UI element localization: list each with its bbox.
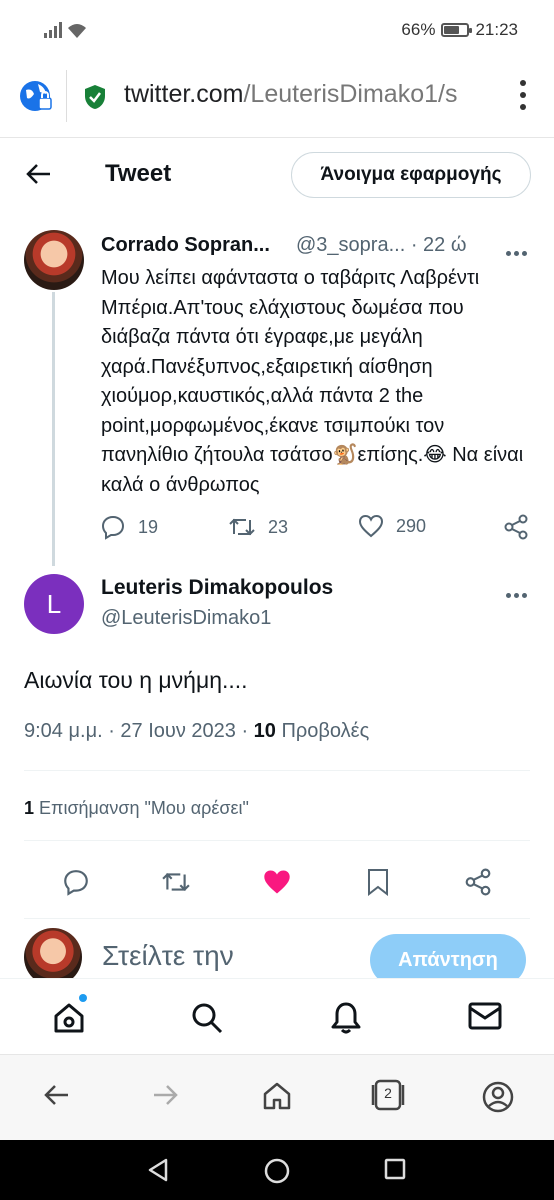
tweet-text: Αιωνία του η μνήμη.... [24, 667, 248, 693]
share-icon[interactable] [464, 868, 492, 896]
reply-icon[interactable] [62, 868, 90, 896]
heart-icon [358, 514, 384, 538]
views-count: 10 [253, 720, 276, 742]
back-arrow-icon[interactable] [42, 1081, 70, 1109]
reply-icon [101, 515, 125, 540]
share-icon[interactable] [503, 514, 529, 540]
home-icon[interactable] [262, 1081, 292, 1111]
mail-icon[interactable] [468, 1001, 502, 1031]
likes-summary[interactable]: 1 Επισήμανση "Μου αρέσει" [24, 798, 249, 819]
system-recents-icon[interactable] [384, 1158, 406, 1180]
like-count: 290 [396, 515, 427, 536]
retweet-action[interactable]: 23 [228, 514, 288, 540]
parent-tweet-actions: 19 23 290 [100, 514, 530, 544]
browser-url-bar: twitter.com/LeuterisDimako1/s [0, 58, 554, 138]
reply-count: 19 [138, 516, 159, 537]
divider [24, 918, 530, 919]
thread-line [52, 292, 55, 566]
parent-tweet-text: Μου λείπει αφάνταστα ο ταβάριτς Λαβρέντι… [101, 267, 524, 496]
reply-action[interactable]: 19 [100, 514, 158, 540]
forward-arrow-icon[interactable] [152, 1081, 180, 1109]
tweet-meta: 9:04 μ.μ. · 27 Ιουν 2023 · 10 Προβολές [24, 720, 369, 743]
battery-level-fill [444, 26, 460, 34]
views-label: Προβολές [275, 720, 370, 742]
search-icon[interactable] [190, 1001, 224, 1035]
avatar[interactable] [24, 230, 84, 290]
url-host: twitter.com [124, 80, 244, 108]
tabs-count: 2 [384, 1085, 392, 1101]
retweet-icon[interactable] [160, 868, 192, 896]
bell-icon[interactable] [330, 1001, 362, 1035]
bookmark-icon[interactable] [366, 868, 390, 896]
tabs-button[interactable]: 2 [370, 1077, 406, 1113]
notification-dot [79, 994, 87, 1002]
more-options-icon[interactable] [506, 243, 530, 256]
system-home-icon[interactable] [264, 1158, 290, 1184]
parent-time[interactable]: · 22 ώ [411, 234, 467, 256]
battery-icon [441, 23, 473, 37]
battery-percent: 66% [401, 20, 436, 39]
home-icon[interactable] [52, 1001, 86, 1035]
parent-handle[interactable]: @3_sopra... [296, 234, 405, 256]
browser-menu-icon[interactable] [518, 80, 528, 110]
profile-icon[interactable] [482, 1081, 514, 1113]
author-avatar[interactable]: L [24, 574, 84, 634]
retweet-count: 23 [268, 516, 289, 537]
parent-author-name[interactable]: Corrado Sopran... [101, 234, 270, 257]
divider [24, 770, 530, 771]
secure-shield-icon[interactable] [84, 84, 106, 110]
likes-label: Επισήμανση "Μου αρέσει" [34, 798, 249, 818]
more-options-icon[interactable] [506, 585, 530, 598]
heart-filled-icon[interactable] [262, 868, 292, 896]
clock: 21:23 [475, 20, 518, 39]
status-bar: 66% 21:23 [0, 0, 554, 58]
url-separator [66, 70, 67, 122]
url-field[interactable]: twitter.com/LeuterisDimako1/s [124, 80, 486, 109]
twitter-bottom-nav [0, 978, 554, 1054]
page-title: Tweet [105, 160, 172, 187]
tweet-header: Tweet Άνοιγμα εφαρμογής [0, 138, 554, 212]
tweet-date[interactable]: 9:04 μ.μ. · 27 Ιουν 2023 · [24, 720, 254, 742]
like-action[interactable]: 290 [358, 514, 426, 538]
globe-lock-icon[interactable] [18, 78, 54, 114]
parent-author-handle: @3_sopra... · 22 ώ [296, 234, 466, 257]
divider [24, 840, 530, 841]
retweet-icon [229, 518, 255, 536]
system-back-icon[interactable] [146, 1158, 170, 1182]
system-nav-bar [0, 1140, 554, 1200]
tweet-actions [0, 864, 554, 904]
likes-count: 1 [24, 798, 35, 818]
url-path: /LeuterisDimako1/s [243, 80, 458, 108]
back-arrow-icon[interactable] [24, 160, 52, 188]
signal-wifi-icon [44, 22, 86, 38]
author-name[interactable]: Leuteris Dimakopoulos [101, 576, 333, 600]
author-handle[interactable]: @LeuterisDimako1 [101, 607, 271, 630]
open-app-button[interactable]: Άνοιγμα εφαρμογής [291, 152, 531, 198]
reply-input[interactable]: Στείλτε την [102, 940, 234, 972]
browser-bottom-bar: 2 [0, 1054, 554, 1140]
